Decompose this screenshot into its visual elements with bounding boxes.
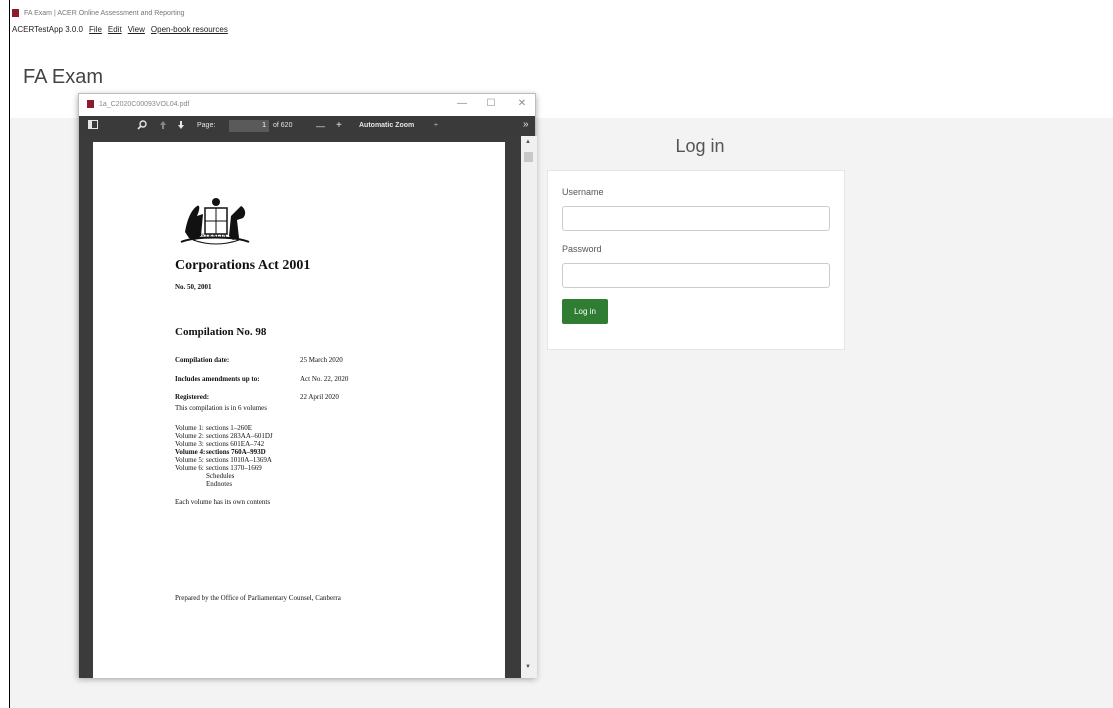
pdf-page: AUSTRALIA Corporations Act 2001 No. 50, …	[93, 142, 505, 678]
crest-label: AUSTRALIA	[193, 234, 227, 239]
volume-label: Volume 5:	[175, 456, 204, 464]
compilation-number: Compilation No. 98	[175, 326, 267, 338]
app-icon	[12, 9, 19, 17]
minimize-button[interactable]: —	[455, 98, 469, 109]
menu-file[interactable]: File	[89, 25, 102, 34]
username-label: Username	[562, 187, 604, 197]
zoom-dropdown-icon[interactable]: ÷	[434, 120, 438, 132]
menu-open-book-resources[interactable]: Open-book resources	[151, 25, 228, 34]
zoom-in-button[interactable]: +	[336, 120, 342, 132]
username-input[interactable]	[562, 206, 830, 231]
pdf-title: 1a_C2020C00093VOL04.pdf	[87, 100, 189, 108]
detail-label: Includes amendments up to:	[175, 375, 260, 383]
contents-note: Each volume has its own contents	[175, 498, 271, 506]
scroll-down-icon[interactable]: ▼	[525, 664, 531, 670]
volume-range: sections 1370–1669	[206, 464, 262, 472]
detail-value: 25 March 2020	[300, 356, 343, 364]
sidebar-toggle-icon[interactable]	[88, 120, 98, 132]
page-title: FA Exam	[23, 66, 104, 88]
volume-label: Volume 2:	[175, 432, 204, 440]
volume-range: sections 601EA–742	[206, 440, 265, 448]
volume-label: Volume 3:	[175, 440, 204, 448]
detail-label: Compilation date:	[175, 356, 230, 364]
next-page-icon[interactable]	[177, 120, 185, 132]
volume-label: Volume 6:	[175, 464, 204, 472]
app-window: FA Exam | ACER Online Assessment and Rep…	[9, 0, 1113, 708]
volume-range: sections 760A–993D	[206, 448, 266, 456]
page-number-input[interactable]: 1	[229, 120, 269, 132]
detail-label: Registered:	[175, 393, 210, 401]
menu-edit[interactable]: Edit	[108, 25, 122, 34]
coat-of-arms-icon	[180, 198, 250, 245]
pdf-filename: 1a_C2020C00093VOL04.pdf	[99, 100, 190, 108]
volume-range: sections 1010A–1369A	[206, 456, 272, 464]
previous-page-icon[interactable]	[159, 120, 167, 132]
volume-range: sections 283AA–601DJ	[206, 432, 273, 440]
window-titlebar: FA Exam | ACER Online Assessment and Rep…	[12, 7, 185, 19]
act-number: No. 50, 2001	[175, 283, 212, 291]
search-icon[interactable]	[137, 120, 147, 132]
scroll-thumb[interactable]	[524, 152, 533, 162]
pdf-titlebar[interactable]: 1a_C2020C00093VOL04.pdf — ☐ ✕	[79, 94, 535, 116]
volume-range: sections 1–260E	[206, 424, 253, 432]
detail-value: 22 April 2020	[300, 393, 339, 401]
page-label: Page:	[197, 122, 216, 129]
password-label: Password	[562, 244, 602, 254]
login-button[interactable]: Log in	[562, 299, 608, 324]
login-card: Username Password Log in	[547, 170, 845, 350]
pdf-scrollbar[interactable]: ▲ ▼	[521, 136, 537, 678]
menubar: ACERTestApp 3.0.0 File Edit View Open-bo…	[12, 22, 228, 36]
scroll-up-icon[interactable]: ▲	[525, 139, 531, 145]
tools-menu-icon[interactable]: »	[523, 119, 529, 131]
volume-extra: Schedules	[206, 472, 235, 480]
password-input[interactable]	[562, 263, 830, 288]
pdf-file-icon	[87, 100, 94, 108]
pdf-toolbar: Page: 1 of 620 — + Automatic Zoom ÷ »	[79, 116, 535, 136]
pdf-viewer-window[interactable]: 1a_C2020C00093VOL04.pdf — ☐ ✕ Page: 1 of…	[78, 93, 537, 678]
volume-extra: Endnotes	[206, 480, 233, 488]
volume-label: Volume 1:	[175, 424, 204, 432]
document-title: Corporations Act 2001	[175, 258, 311, 273]
volumes-note: This compilation is in 6 volumes	[175, 404, 267, 412]
close-button[interactable]: ✕	[515, 98, 529, 109]
volume-label: Volume 4:	[175, 448, 206, 456]
document-footer: Prepared by the Office of Parliamentary …	[175, 594, 341, 602]
zoom-select[interactable]: Automatic Zoom	[359, 120, 414, 132]
page-total: of 620	[273, 122, 293, 129]
zoom-out-button[interactable]: —	[316, 120, 325, 132]
app-version: ACERTestApp 3.0.0	[12, 24, 84, 34]
detail-value: Act No. 22, 2020	[300, 375, 349, 383]
login-heading: Log in	[675, 136, 725, 156]
maximize-button[interactable]: ☐	[484, 98, 498, 109]
menu-view[interactable]: View	[128, 25, 145, 34]
window-title: FA Exam | ACER Online Assessment and Rep…	[24, 9, 185, 17]
